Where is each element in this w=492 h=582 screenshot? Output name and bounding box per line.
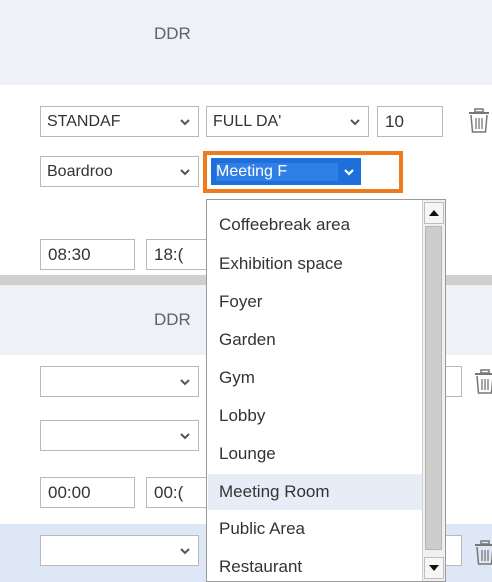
chevron-down-icon bbox=[180, 432, 190, 439]
room-select[interactable] bbox=[40, 420, 199, 451]
scroll-up-arrow-icon bbox=[429, 210, 439, 216]
room-select[interactable]: Boardroo bbox=[40, 156, 199, 187]
dropdown-option-restaurant[interactable]: Restaurant bbox=[208, 549, 423, 581]
trash-icon[interactable] bbox=[467, 108, 491, 134]
dropdown-option-public-area[interactable]: Public Area bbox=[208, 511, 423, 547]
scroll-down-arrow-icon bbox=[429, 565, 439, 571]
scroll-down-button[interactable] bbox=[424, 557, 444, 579]
dropdown-option-lounge[interactable]: Lounge bbox=[208, 436, 423, 472]
chevron-down-icon bbox=[180, 378, 190, 385]
start-time-input[interactable]: 00:00 bbox=[40, 477, 135, 508]
type-select[interactable]: STANDAF bbox=[40, 106, 199, 137]
trash-icon[interactable] bbox=[473, 369, 492, 395]
room-select-value: Boardroo bbox=[47, 162, 113, 180]
space-type-select[interactable]: Meeting F bbox=[211, 158, 361, 185]
dropdown-option-exhibition-space[interactable]: Exhibition space bbox=[208, 246, 423, 282]
chevron-down-icon bbox=[180, 118, 190, 125]
chevron-down-icon bbox=[180, 168, 190, 175]
dropdown-option-coffeebreak-area[interactable]: Coffeebreak area bbox=[208, 207, 423, 243]
chevron-down-icon bbox=[344, 168, 354, 176]
duration-select[interactable]: FULL DA' bbox=[206, 106, 369, 137]
scrollbar-thumb[interactable] bbox=[425, 226, 442, 550]
dropdown-option-foyer[interactable]: Foyer bbox=[208, 284, 423, 320]
type-select[interactable] bbox=[40, 535, 199, 566]
duration-select-value: FULL DA' bbox=[213, 112, 282, 130]
trash-icon[interactable] bbox=[473, 540, 492, 566]
dropdown-scrollbar[interactable] bbox=[422, 200, 445, 581]
dropdown-option-gym[interactable]: Gym bbox=[208, 360, 423, 396]
chevron-down-icon bbox=[350, 118, 360, 125]
space-type-dropdown[interactable]: Coffeebreak area Exhibition space Foyer … bbox=[206, 199, 446, 582]
start-time-input[interactable]: 08:30 bbox=[40, 239, 135, 270]
quantity-input[interactable]: 10 bbox=[377, 106, 443, 137]
section1-header-band bbox=[0, 0, 492, 85]
section1-header: DDR bbox=[154, 24, 191, 43]
dropdown-option-garden[interactable]: Garden bbox=[208, 322, 423, 358]
space-type-select-value: Meeting F bbox=[216, 162, 338, 181]
chevron-down-icon bbox=[180, 547, 190, 554]
scroll-up-button[interactable] bbox=[424, 202, 444, 224]
dropdown-option-lobby[interactable]: Lobby bbox=[208, 398, 423, 434]
type-select[interactable] bbox=[40, 366, 199, 397]
type-select-value: STANDAF bbox=[47, 112, 121, 130]
section2-header: DDR bbox=[154, 310, 191, 329]
dropdown-option-meeting-room[interactable]: Meeting Room bbox=[208, 474, 423, 510]
